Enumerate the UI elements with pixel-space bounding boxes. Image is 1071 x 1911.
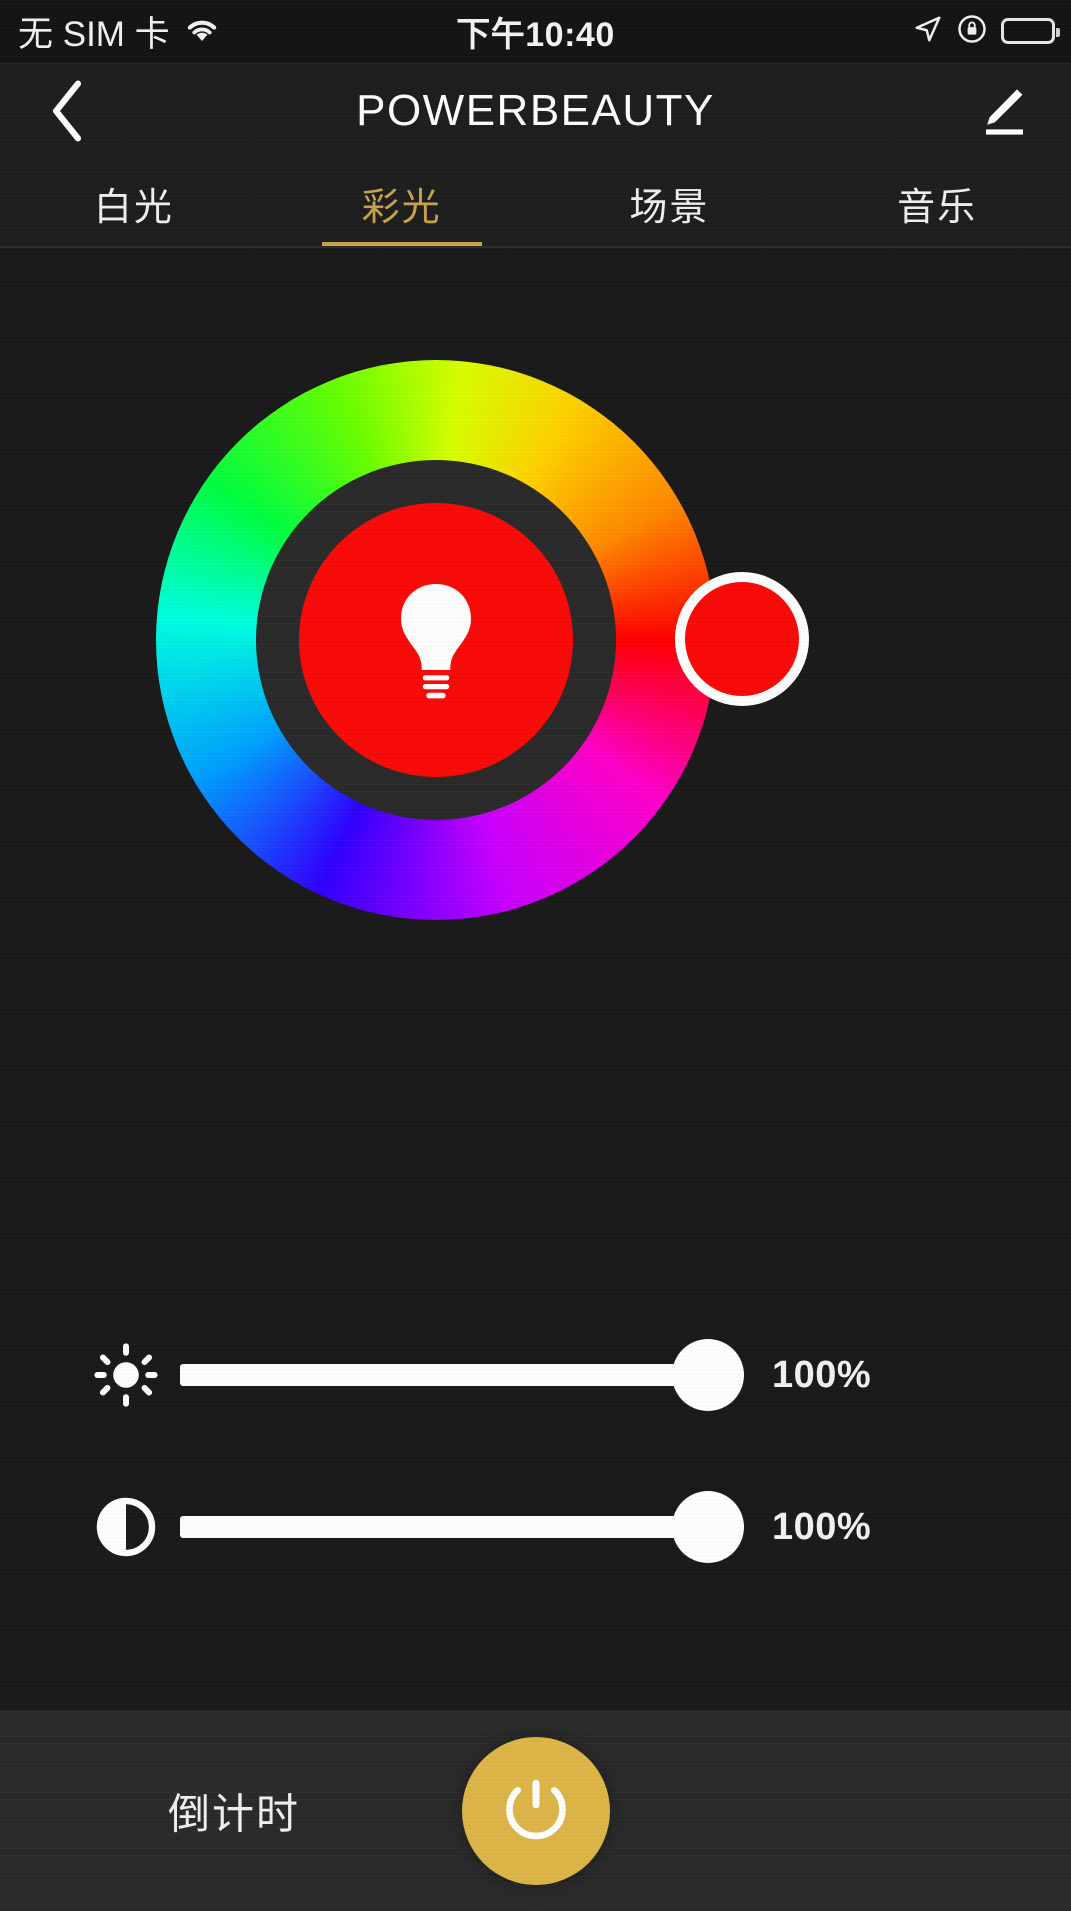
tab-label: 彩光 — [361, 186, 442, 229]
saturation-slider-row: 100% — [0, 1482, 1071, 1572]
brightness-sun-icon — [90, 1339, 162, 1411]
tab-label: 白光 — [93, 186, 174, 229]
status-bar-right — [913, 14, 1060, 49]
status-bar-time: 下午10:40 — [456, 15, 615, 54]
power-icon — [505, 1779, 566, 1839]
saturation-contrast-icon — [90, 1491, 162, 1563]
brightness-value-label: 100% — [772, 1353, 872, 1396]
countdown-button[interactable]: 倒计时 — [168, 1780, 300, 1841]
tab-white-light[interactable]: 白光 — [0, 160, 268, 246]
tab-label: 场景 — [629, 186, 710, 229]
power-button[interactable] — [461, 1736, 610, 1885]
bottom-bar: 倒计时 — [0, 1710, 1071, 1911]
light-toggle-center[interactable] — [299, 503, 573, 777]
page-title: POWERBEAUTY — [356, 86, 715, 135]
saturation-slider-track[interactable] — [180, 1516, 720, 1538]
brightness-slider-row: 100% — [0, 1330, 1071, 1420]
saturation-value-label: 100% — [772, 1505, 872, 1548]
tab-label: 音乐 — [897, 186, 978, 229]
app-root: 无 SIM 卡 下午10:40 POWERBEAUTY 白光 彩光 场景 音乐 … — [0, 0, 1071, 1911]
tab-scene[interactable]: 场景 — [536, 160, 804, 246]
mode-tabs: 白光 彩光 场景 音乐 — [0, 160, 1071, 248]
rotation-lock-icon — [957, 14, 987, 49]
hue-selector-handle[interactable] — [675, 572, 809, 706]
tab-color-light[interactable]: 彩光 — [268, 160, 536, 246]
edit-button[interactable] — [969, 78, 1035, 144]
saturation-slider-thumb[interactable] — [672, 1491, 744, 1563]
brightness-slider-thumb[interactable] — [672, 1339, 744, 1411]
lightbulb-icon — [401, 584, 471, 699]
nav-bar: POWERBEAUTY — [0, 62, 1071, 160]
location-arrow-icon — [913, 14, 943, 49]
brightness-slider-track[interactable] — [180, 1364, 720, 1386]
status-bar: 无 SIM 卡 下午10:40 — [0, 0, 1071, 62]
main-content: 100% 100% — [0, 250, 1071, 1710]
tab-music[interactable]: 音乐 — [803, 160, 1071, 246]
battery-icon — [1001, 18, 1060, 44]
color-wheel[interactable] — [156, 360, 809, 920]
pencil-edit-icon — [986, 89, 1023, 135]
